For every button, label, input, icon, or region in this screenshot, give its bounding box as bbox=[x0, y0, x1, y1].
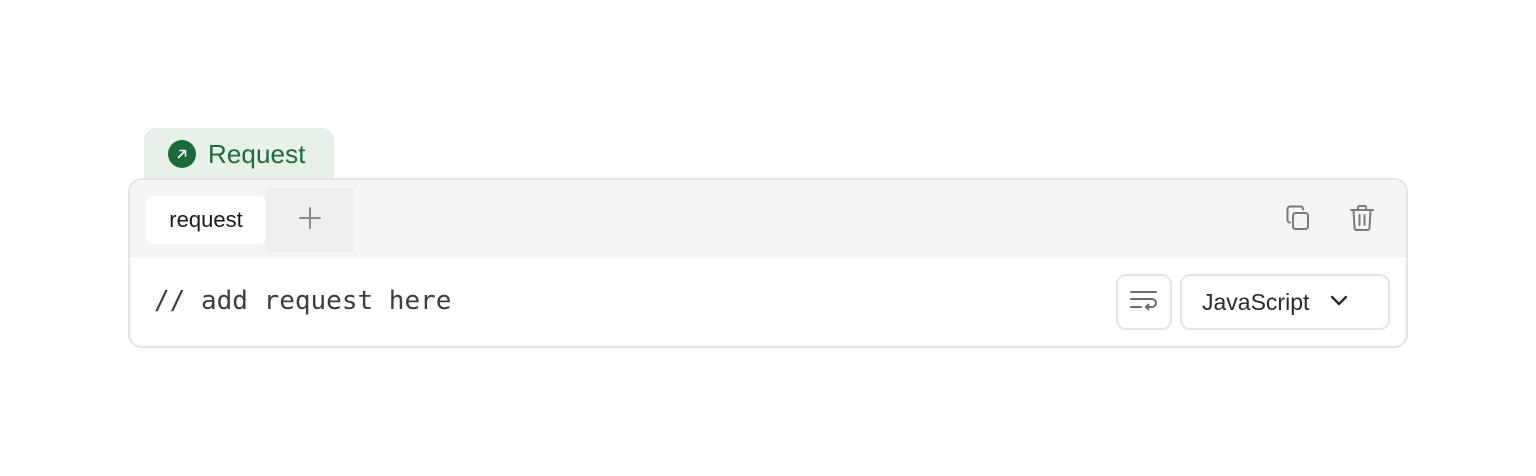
language-select[interactable]: JavaScript bbox=[1180, 274, 1390, 330]
code-placeholder[interactable]: // add request here bbox=[154, 286, 451, 316]
language-selected-label: JavaScript bbox=[1202, 288, 1310, 315]
trash-icon bbox=[1349, 204, 1375, 237]
plus-icon bbox=[298, 206, 322, 235]
request-section-label: Request bbox=[208, 138, 306, 169]
copy-button[interactable] bbox=[1282, 204, 1314, 236]
add-tab-button[interactable] bbox=[266, 188, 354, 252]
code-card: request // add request here JavaScript bbox=[128, 178, 1408, 348]
wrap-text-icon bbox=[1129, 288, 1159, 317]
tab-request[interactable]: request bbox=[146, 196, 266, 244]
code-toolbar: request bbox=[130, 180, 1406, 258]
chevron-down-icon bbox=[1329, 293, 1349, 312]
request-block: Request request // add request here Java… bbox=[0, 0, 1536, 476]
code-editor[interactable]: // add request here JavaScript bbox=[130, 258, 1406, 346]
delete-button[interactable] bbox=[1346, 204, 1378, 236]
request-section-tab: Request bbox=[144, 128, 334, 180]
wrap-text-button[interactable] bbox=[1116, 274, 1172, 330]
copy-icon bbox=[1284, 204, 1312, 237]
arrow-up-right-icon bbox=[168, 140, 196, 168]
